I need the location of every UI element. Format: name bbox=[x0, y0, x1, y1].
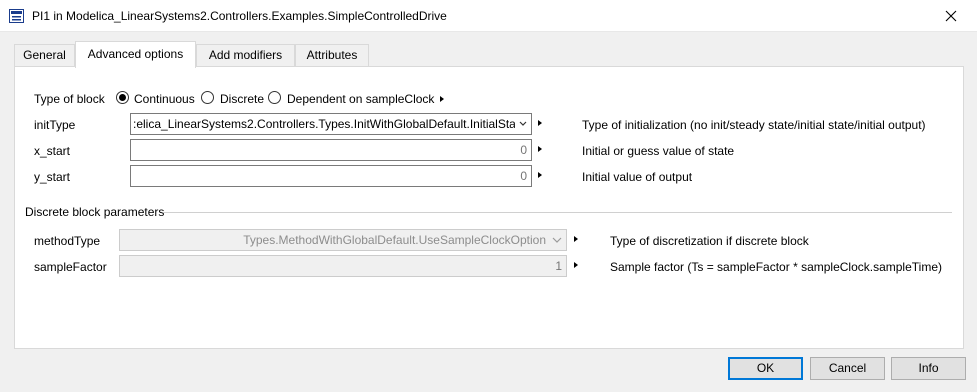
window-title: PI1 in Modelica_LinearSystems2.Controlle… bbox=[32, 9, 447, 23]
methodtype-description: Type of discretization if discrete block bbox=[610, 234, 809, 248]
type-of-block-menu-arrow-icon[interactable] bbox=[440, 96, 444, 102]
tab-general[interactable]: General bbox=[14, 44, 75, 67]
radio-discrete[interactable] bbox=[201, 91, 214, 104]
y-start-field[interactable] bbox=[130, 165, 532, 187]
inittype-menu-arrow-icon[interactable] bbox=[538, 120, 542, 126]
title-bar: PI1 in Modelica_LinearSystems2.Controlle… bbox=[0, 0, 977, 32]
inittype-value: :elica_LinearSystems2.Controllers.Types.… bbox=[133, 117, 526, 131]
methodtype-menu-arrow-icon[interactable] bbox=[574, 236, 578, 242]
type-of-block-label: Type of block bbox=[34, 92, 105, 106]
x-start-description: Initial or guess value of state bbox=[582, 144, 735, 158]
y-start-input[interactable] bbox=[131, 166, 531, 186]
tab-advanced-options[interactable]: Advanced options bbox=[75, 41, 196, 68]
close-icon[interactable] bbox=[944, 9, 958, 23]
x-start-menu-arrow-icon[interactable] bbox=[538, 146, 542, 152]
samplefactor-description: Sample factor (Ts = sampleFactor * sampl… bbox=[610, 260, 942, 274]
modelica-window-icon bbox=[9, 9, 24, 23]
param-name-inittype: initType bbox=[34, 118, 76, 132]
tab-add-modifiers[interactable]: Add modifiers bbox=[196, 44, 295, 67]
x-start-field[interactable] bbox=[130, 139, 532, 161]
radio-dependent-label[interactable]: Dependent on sampleClock bbox=[287, 92, 434, 106]
chevron-down-icon bbox=[515, 120, 529, 128]
param-name-y-start: y_start bbox=[34, 170, 71, 184]
y-start-description: Initial value of output bbox=[582, 170, 693, 184]
ok-button[interactable]: OK bbox=[728, 357, 803, 380]
x-start-input[interactable] bbox=[131, 140, 531, 160]
methodtype-value: Types.MethodWithGlobalDefault.UseSampleC… bbox=[243, 233, 546, 247]
radio-continuous-label[interactable]: Continuous bbox=[134, 92, 195, 106]
radio-continuous[interactable] bbox=[116, 91, 129, 104]
inittype-description: Type of initialization (no init/steady s… bbox=[582, 118, 926, 132]
methodtype-combobox[interactable]: Types.MethodWithGlobalDefault.UseSampleC… bbox=[119, 229, 567, 251]
advanced-options-panel: Type of block Continuous Discrete Depend… bbox=[14, 66, 964, 349]
cancel-button[interactable]: Cancel bbox=[810, 357, 885, 380]
chevron-down-icon bbox=[552, 237, 562, 243]
discrete-group-label: Discrete block parameters bbox=[25, 205, 165, 219]
tab-attributes[interactable]: Attributes bbox=[295, 44, 369, 67]
param-name-x-start: x_start bbox=[34, 144, 71, 158]
samplefactor-field[interactable] bbox=[119, 255, 567, 277]
param-name-samplefactor: sampleFactor bbox=[34, 260, 107, 274]
samplefactor-menu-arrow-icon[interactable] bbox=[574, 262, 578, 268]
samplefactor-input[interactable] bbox=[120, 256, 566, 276]
y-start-menu-arrow-icon[interactable] bbox=[538, 172, 542, 178]
group-separator bbox=[163, 212, 952, 213]
param-name-methodtype: methodType bbox=[34, 234, 101, 248]
info-button[interactable]: Info bbox=[891, 357, 966, 380]
radio-dependent-on-sampleclock[interactable] bbox=[268, 91, 281, 104]
radio-discrete-label[interactable]: Discrete bbox=[220, 92, 264, 106]
inittype-combobox[interactable]: :elica_LinearSystems2.Controllers.Types.… bbox=[130, 113, 532, 135]
